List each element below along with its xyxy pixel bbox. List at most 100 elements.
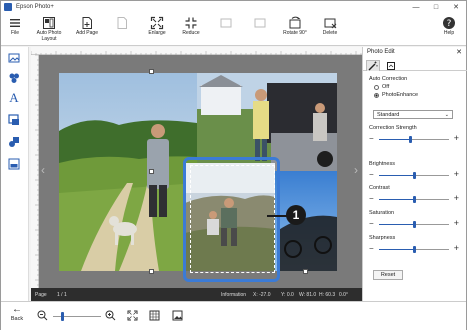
delete-button[interactable]: Delete <box>319 13 341 46</box>
title-bar: Epson Photo+ — □ ✕ <box>1 1 466 13</box>
reduce-icon <box>184 16 198 30</box>
plus-icon[interactable]: + <box>454 218 459 228</box>
minimize-button[interactable]: — <box>406 1 426 13</box>
plus-icon[interactable]: + <box>454 169 459 179</box>
enlarge-button[interactable]: Enlarge <box>145 13 169 46</box>
magic-wand-icon <box>368 61 378 71</box>
correction-strength-slider[interactable]: − + <box>367 133 463 144</box>
x-value: X: -27.0 <box>253 292 271 298</box>
layout-icon <box>42 16 56 30</box>
zoom-slider[interactable] <box>53 312 101 321</box>
plus-icon[interactable]: + <box>454 243 459 253</box>
correction-strength-label: Correction Strength <box>369 125 417 131</box>
page-label: Page <box>35 292 47 298</box>
minus-icon[interactable]: − <box>369 244 374 253</box>
panel-title: Photo Edit <box>367 49 395 55</box>
rotate-icon <box>288 16 302 30</box>
tab-crop[interactable] <box>384 60 398 71</box>
delete-page-button[interactable] <box>111 13 133 46</box>
close-button[interactable]: ✕ <box>446 1 466 13</box>
photo-edit-panel: Photo Edit ✕ Auto Correction Off PhotoEn… <box>362 47 467 301</box>
maximize-button[interactable]: □ <box>426 1 446 13</box>
grid-icon[interactable] <box>149 310 160 323</box>
brightness-label: Brightness <box>369 161 395 167</box>
frame-icon[interactable] <box>7 113 21 127</box>
callout-badge: 1 <box>286 205 306 225</box>
reset-button[interactable]: Reset <box>373 270 403 280</box>
prev-page-arrow[interactable]: ‹ <box>41 163 45 177</box>
slider-thumb[interactable] <box>412 196 416 203</box>
image-view-icon[interactable] <box>172 310 183 323</box>
contrast-slider[interactable]: − + <box>367 193 463 204</box>
file-button[interactable]: File <box>5 13 25 46</box>
help-label: Help <box>443 30 455 36</box>
rotate-left-icon <box>219 16 233 30</box>
auto-correction-label: Auto Correction <box>369 76 408 82</box>
minus-icon[interactable]: − <box>369 170 374 179</box>
resize-handle-bottom-right[interactable] <box>303 269 308 274</box>
photo-icon[interactable] <box>7 51 21 65</box>
text-icon[interactable]: A <box>7 90 21 105</box>
enhance-mode-select[interactable]: Standard ⌄ <box>373 110 453 119</box>
slider-thumb[interactable] <box>412 221 416 228</box>
plus-icon[interactable]: + <box>454 133 459 143</box>
auto-photo-layout-button[interactable]: Auto Photo Layout <box>35 13 63 46</box>
crop-guide <box>190 165 275 273</box>
panel-close-button[interactable]: ✕ <box>456 48 462 56</box>
tab-auto-correct[interactable] <box>366 60 380 71</box>
resize-handle-bottom-left[interactable] <box>149 269 154 274</box>
zoom-slider-thumb[interactable] <box>61 312 65 321</box>
slider-thumb[interactable] <box>409 136 412 143</box>
background-icon[interactable] <box>7 157 21 171</box>
contrast-label: Contrast <box>369 185 390 191</box>
delete-icon <box>323 16 337 30</box>
info-label: Information <box>221 292 247 298</box>
add-page-button[interactable]: Add Page <box>75 13 99 46</box>
add-page-icon <box>80 16 94 30</box>
resize-handle-middle-left[interactable] <box>149 169 154 174</box>
status-bar: Page 1 / 1 Information X: -27.0 Y: 0.0 W… <box>31 288 362 301</box>
horizontal-ruler <box>30 47 362 55</box>
help-button[interactable]: ? Help <box>439 13 459 46</box>
rotate-left-button[interactable] <box>213 13 239 46</box>
delete-page-icon <box>115 16 129 30</box>
slider-thumb[interactable] <box>412 172 416 179</box>
slider-thumb[interactable] <box>412 246 416 253</box>
left-toolbar: A <box>1 47 29 301</box>
chevron-down-icon: ⌄ <box>444 112 449 118</box>
radio-photo-enhance-label: PhotoEnhance <box>382 92 419 98</box>
stamp-icon[interactable] <box>7 71 21 85</box>
photo-man-with-dog[interactable] <box>59 73 197 271</box>
bottom-bar: ← Back <box>1 301 466 330</box>
saturation-label: Saturation <box>369 210 395 216</box>
app-icon <box>4 3 12 11</box>
fit-to-window-icon[interactable] <box>127 310 138 323</box>
rotate-90-button[interactable]: Rotate 90° <box>281 13 309 46</box>
minus-icon[interactable]: − <box>369 194 374 203</box>
radio-photo-enhance[interactable]: PhotoEnhance <box>374 92 418 98</box>
back-button[interactable]: ← Back <box>7 304 27 330</box>
zoom-out-icon[interactable] <box>37 310 48 323</box>
add-page-label: Add Page <box>76 30 98 36</box>
rotation-value: 0.0° <box>339 292 348 298</box>
next-page-arrow[interactable]: › <box>354 163 358 177</box>
plus-icon[interactable]: + <box>454 193 459 203</box>
reduce-button[interactable]: Reduce <box>179 13 203 46</box>
radio-off[interactable]: Off <box>374 84 389 90</box>
minus-icon[interactable]: − <box>369 219 374 228</box>
shape-icon[interactable] <box>7 135 21 149</box>
resize-handle-top-left[interactable] <box>149 69 154 74</box>
sharpness-slider[interactable]: − + <box>367 243 463 254</box>
enhance-mode-value: Standard <box>377 112 400 118</box>
saturation-slider[interactable]: − + <box>367 218 463 229</box>
minus-icon[interactable]: − <box>369 134 374 143</box>
radio-photo-enhance-dot <box>374 92 379 98</box>
zoom-in-icon[interactable] <box>105 310 116 323</box>
app-window: Epson Photo+ — □ ✕ File Auto Photo Layou… <box>0 0 467 330</box>
menu-icon <box>8 16 22 30</box>
brightness-slider[interactable]: − + <box>367 169 463 180</box>
enlarge-label: Enlarge <box>148 30 166 36</box>
sharpness-label: Sharpness <box>369 235 396 241</box>
radio-off-dot <box>374 84 379 90</box>
flip-button[interactable] <box>249 13 271 46</box>
